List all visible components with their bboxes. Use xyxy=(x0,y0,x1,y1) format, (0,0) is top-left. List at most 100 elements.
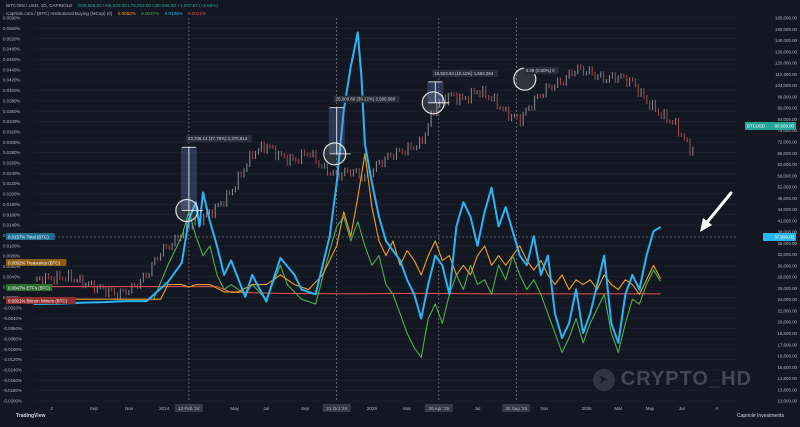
left-tick-label: 0.0080% xyxy=(3,254,20,259)
left-tick-label: 0.0340% xyxy=(3,119,20,124)
total-tag-value: 37,890.00 xyxy=(774,235,794,240)
left-tick-label: -0.0200% xyxy=(3,399,22,404)
left-tick-label: 0.0320% xyxy=(3,129,20,134)
series-line-etfs-btc xyxy=(153,211,662,358)
left-tick-label: -0.0060% xyxy=(3,326,22,331)
series-legend-label: 0.0052% Treasuries (BTC) xyxy=(8,261,61,266)
right-tick-label: 90,000.00 xyxy=(777,106,797,111)
left-tick-label: 0.0460% xyxy=(3,57,20,62)
x-tick-label: 2 xyxy=(50,406,53,411)
left-tick-label: 0.0590% xyxy=(3,16,20,21)
left-tick-label: 0.0480% xyxy=(3,47,20,52)
x-tick-label: Sep xyxy=(90,406,99,411)
x-tick-label: Jul xyxy=(679,406,685,411)
tradingview-logo: TradingView xyxy=(16,413,46,419)
left-tick-label: 0.0240% xyxy=(3,171,20,176)
chart-header-line1: BITCOIN / USD, 1D, CAPRIOLE O95,568.00 H… xyxy=(6,3,222,8)
series-legend-label: 0.0157% Total (BTC) xyxy=(8,235,49,240)
left-axis: 0.0590% 0.0560% 0.0520% 0.0480% 0.0460% 0.044… xyxy=(3,16,22,404)
x-tick-label: Mar xyxy=(614,406,622,411)
left-tick-label: 0.0180% xyxy=(3,202,20,207)
left-tick-label: 0.0260% xyxy=(3,161,20,166)
left-tick-label: 0.0420% xyxy=(3,78,20,83)
measure-label: 23,706.14 (47.79%) 2,370,614 xyxy=(188,136,248,141)
left-tick-label: 0.0200% xyxy=(3,192,20,197)
right-tick-label: 56,000.00 xyxy=(777,173,797,178)
left-tick-label: -0.0120% xyxy=(3,357,22,362)
right-tick-label: 35,000.00 xyxy=(777,241,797,246)
indicator-value-2: 0.0047% xyxy=(141,11,160,16)
measure-label: 4.09 (0.00%) 0 xyxy=(526,68,555,73)
indicator-value-3: 0.0138% xyxy=(164,11,183,16)
indicator-value-4: 0.0021% xyxy=(188,11,207,16)
right-tick-label: 52,000.00 xyxy=(777,185,797,190)
left-tick-label: 0.0380% xyxy=(3,98,20,103)
right-tick-label: 112,000.00 xyxy=(775,72,797,77)
capriole-branding: Capriole Investments xyxy=(737,413,784,419)
right-tick-label: 98,000.00 xyxy=(777,94,797,99)
measure-label: 15,923.64 (10.11%) 1,592,364 xyxy=(434,71,494,76)
series-line-treasuries-btc xyxy=(34,153,662,300)
chart-header-line2: Capriole.com / (BTC) Institutional Buyin… xyxy=(6,11,210,16)
right-tick-label: 13,800.00 xyxy=(777,387,797,392)
right-tick-label: 28,000.00 xyxy=(777,275,797,280)
indicator-title: Capriole.com / (BTC) Institutional Buyin… xyxy=(6,11,113,16)
x-tick-label: 2026 xyxy=(582,406,593,411)
right-tick-label: 15,600.00 xyxy=(777,365,797,370)
date-markers xyxy=(34,18,738,401)
left-tick-label: -0.0100% xyxy=(3,347,22,352)
left-tick-label: -0.0160% xyxy=(3,378,22,383)
right-axis: 165,000.00 150,000.00 140,000.00 130,000.00… xyxy=(775,16,798,404)
right-tick-label: 17,600.00 xyxy=(777,342,797,347)
x-tick-label: A xyxy=(715,406,719,411)
symbol-title: BITCOIN / USD, 1D, CAPRIOLE xyxy=(6,3,73,8)
right-tick-label: 13,000.00 xyxy=(777,399,797,404)
left-tick-label: -0.0040% xyxy=(3,316,22,321)
x-axis: 2 Sep Nov 2024 12 Feb '24 May Jul Sep 21 Oct '24… xyxy=(50,404,719,412)
x-tick-label: 12 Feb '24 xyxy=(178,406,200,411)
left-tick-label: 0.0280% xyxy=(3,150,20,155)
left-tick-label: 0.0560% xyxy=(3,26,20,31)
right-tick-label: 150,000.00 xyxy=(775,27,798,32)
right-tick-label: 20,000.00 xyxy=(777,320,797,325)
right-tick-label: 22,000.00 xyxy=(777,308,797,313)
right-tick-label: 16,600.00 xyxy=(777,354,797,359)
right-tick-label: 30,000.00 xyxy=(777,263,797,268)
left-tick-label: -0.0140% xyxy=(3,368,22,373)
left-tick-label: 0.0140% xyxy=(3,223,20,228)
watermark: ➤ CRYPTO_HD xyxy=(592,368,752,391)
x-tick-label: May xyxy=(230,406,239,411)
right-tick-label: 41,000.00 xyxy=(777,218,797,223)
x-tick-label: Sep xyxy=(301,406,310,411)
right-tick-label: 18,600.00 xyxy=(777,331,797,336)
right-tick-label: 32,000.00 xyxy=(777,252,797,257)
x-tick-label: Nov xyxy=(540,406,549,411)
right-tick-label: 140,000.00 xyxy=(775,38,798,43)
x-tick-label: 21 Oct '24 xyxy=(326,406,347,411)
x-tick-label: May xyxy=(646,406,655,411)
left-tick-label: 0.0100% xyxy=(3,243,20,248)
right-tick-label: 84,000.00 xyxy=(777,117,797,122)
left-tick-label: 0.0160% xyxy=(3,212,20,217)
chart-canvas: 23,706.14 (47.79%) 2,370,614 25,000.60 (3… xyxy=(3,16,798,412)
highlight-circle xyxy=(323,142,347,166)
left-tick-label: 0.0220% xyxy=(3,181,20,186)
price-tag-value: 80,568.00 xyxy=(774,124,794,129)
telegram-icon: ➤ xyxy=(592,368,615,391)
x-tick-label: 2024 xyxy=(159,406,170,411)
left-tick-label: -0.0080% xyxy=(3,336,22,341)
highlight-arrow xyxy=(700,191,733,232)
x-tick-label: 26 Apr '25 xyxy=(429,406,450,411)
right-tick-label: 104,000.00 xyxy=(775,83,798,88)
x-tick-label: 2025 xyxy=(367,406,378,411)
right-tick-label: 72,000.00 xyxy=(777,140,797,145)
right-tick-label: 26,000.00 xyxy=(777,286,797,291)
series-legend-label: 0.0047% ETFs (BTC) xyxy=(8,286,51,291)
x-tick-label: Jul xyxy=(475,406,481,411)
x-tick-label: Jul xyxy=(263,406,269,411)
left-tick-label: 0.0300% xyxy=(3,140,20,145)
right-tick-label: 24,000.00 xyxy=(777,297,797,302)
measure-label: 25,000.60 (36.12%) 2,500,060 xyxy=(336,97,396,102)
right-tick-label: 62,000.00 xyxy=(777,162,797,167)
ohlc-values: O95,568.00 H95,620.00 L78,052.00 C80,568… xyxy=(77,3,218,8)
